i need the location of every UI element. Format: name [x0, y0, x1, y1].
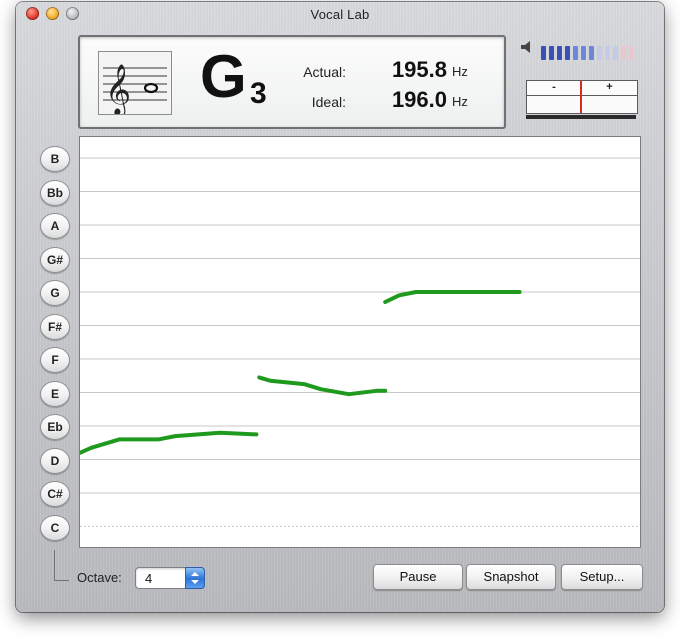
ideal-frequency: 196.0 — [391, 87, 447, 112]
volume-bar — [541, 46, 546, 60]
title-bar[interactable]: Vocal Lab — [16, 2, 664, 26]
volume-bar — [549, 46, 554, 60]
note-button-g-sharp[interactable]: G# — [40, 246, 70, 273]
ideal-unit: Hz — [452, 94, 468, 109]
note-button-f-sharp[interactable]: F# — [40, 313, 70, 340]
volume-bar — [621, 46, 626, 60]
ideal-label: Ideal: — [311, 94, 346, 110]
volume-bar — [565, 46, 570, 60]
tuner-base — [526, 115, 636, 119]
note-button-d[interactable]: D — [40, 447, 70, 474]
note-button-c[interactable]: C — [40, 514, 70, 541]
actual-unit: Hz — [452, 64, 468, 79]
volume-bar — [613, 46, 618, 60]
octave-label: Octave: — [77, 570, 122, 585]
tuner-needle — [579, 81, 582, 113]
octave-select-value: 4 — [145, 571, 153, 586]
tuner-sharp-label: + — [582, 81, 637, 96]
volume-bar — [589, 46, 594, 60]
actual-frequency: 195.8 — [391, 57, 447, 82]
note-button-b[interactable]: B — [40, 146, 70, 172]
speaker-icon — [521, 41, 530, 53]
pitch-trace-segment — [80, 430, 259, 455]
staff-notation: 𝄞 — [98, 51, 172, 117]
pitch-trace-segment — [383, 290, 522, 304]
treble-clef-staff-icon: 𝄞 — [103, 64, 167, 117]
note-button-e[interactable]: E — [40, 380, 70, 407]
note-button-g[interactable]: G — [40, 280, 70, 306]
volume-bar — [605, 46, 610, 60]
vocal-lab-window: Vocal Lab 𝄞 G 3 Actual: 195.8 Hz Ideal: … — [16, 2, 664, 612]
volume-bar — [629, 46, 634, 60]
pause-button[interactable]: Pause — [373, 564, 463, 590]
tuner-flat-label: - — [527, 81, 582, 96]
select-arrows-icon[interactable] — [185, 567, 205, 589]
tuning-meter: - + — [526, 80, 638, 114]
volume-bar — [581, 46, 586, 60]
detected-note: G — [200, 43, 247, 110]
note-button-bb[interactable]: Bb — [40, 179, 70, 206]
pitch-graph[interactable] — [79, 136, 641, 548]
svg-text:𝄞: 𝄞 — [105, 64, 131, 114]
octave-bracket — [54, 550, 69, 581]
volume-bar — [557, 46, 562, 60]
volume-meter — [541, 44, 637, 60]
setup-button[interactable]: Setup... — [561, 564, 643, 590]
note-button-c-sharp[interactable]: C# — [40, 481, 70, 507]
actual-label: Actual: — [303, 64, 346, 80]
volume-bar — [597, 46, 602, 60]
level-and-tuning-meters: - + — [521, 38, 641, 119]
detected-octave: 3 — [250, 77, 267, 110]
note-button-f[interactable]: F — [40, 347, 70, 373]
volume-bar — [573, 46, 578, 60]
pitch-display-panel: 𝄞 G 3 Actual: 195.8 Hz Ideal: 196.0 Hz — [78, 35, 506, 129]
octave-select[interactable]: 4 — [135, 567, 205, 589]
note-button-eb[interactable]: Eb — [40, 414, 70, 440]
window-title: Vocal Lab — [310, 7, 370, 22]
pitch-graph-canvas — [80, 157, 640, 527]
snapshot-button[interactable]: Snapshot — [466, 564, 556, 590]
pitch-trace-segment — [257, 375, 388, 397]
note-button-a[interactable]: A — [40, 213, 70, 239]
